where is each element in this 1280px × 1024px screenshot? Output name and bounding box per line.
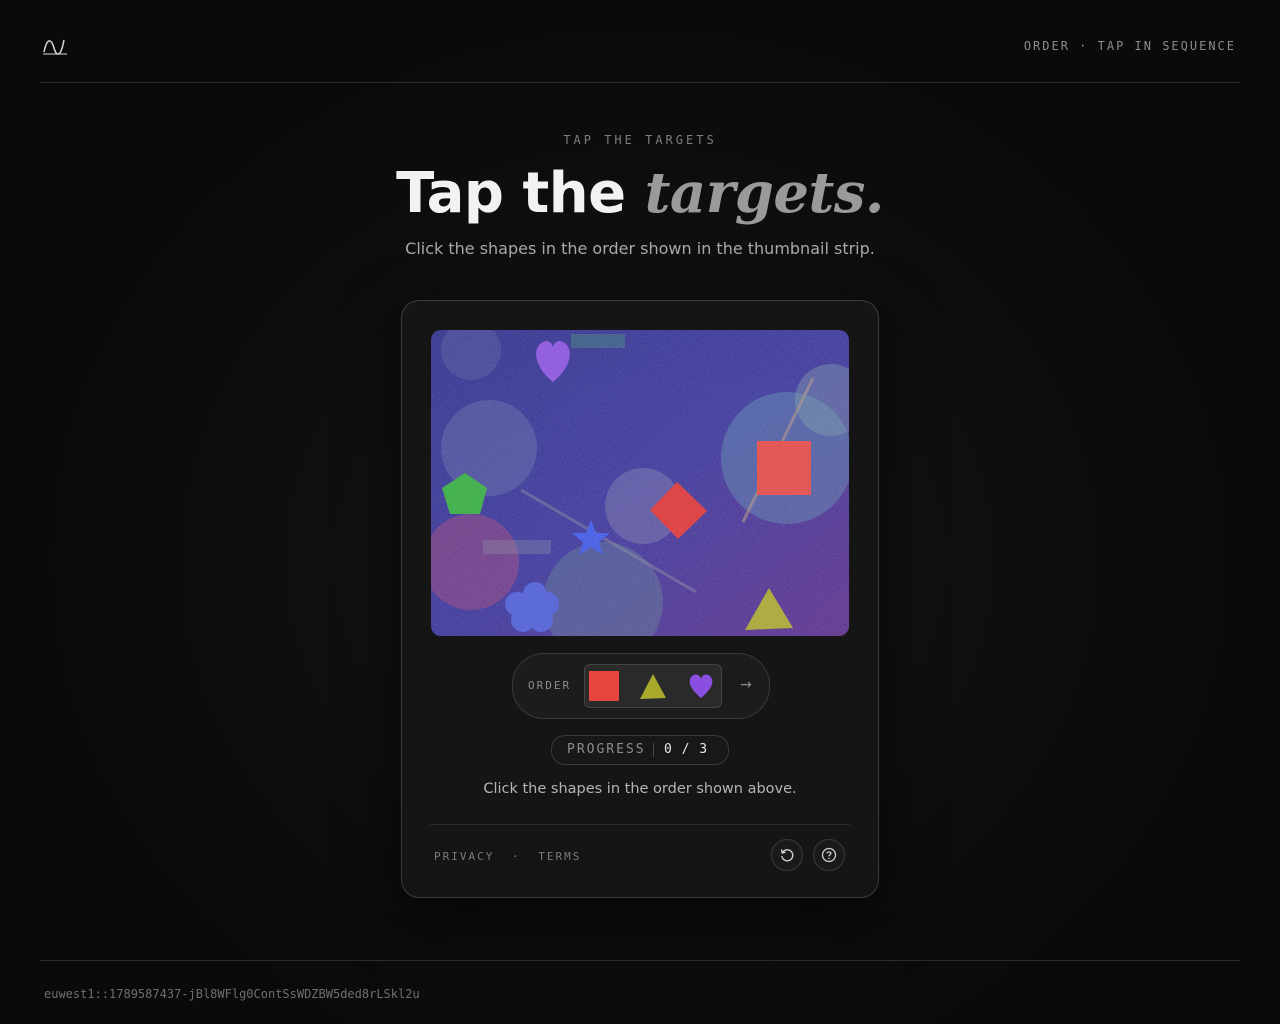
canvas-svg [431, 330, 849, 636]
noise-overlay [431, 330, 849, 636]
thumbnail-strip [584, 664, 722, 708]
card-footer: PRIVACY · TERMS [430, 824, 850, 897]
progress-label: PROGRESS [567, 742, 646, 757]
mode-label: ORDER · TAP IN SEQUENCE [1023, 39, 1236, 53]
thumbnail-heart-icon [689, 674, 713, 698]
progress-divider [653, 743, 654, 757]
legal-separator: · [511, 850, 521, 863]
challenge-canvas[interactable] [431, 330, 849, 636]
progress-indicator: PROGRESS 0 / 3 [551, 735, 729, 765]
page-subtitle: Click the shapes in the order shown in t… [405, 239, 875, 258]
order-strip: ORDER → [512, 653, 770, 719]
bottom-divider [40, 960, 1240, 961]
order-label: ORDER [528, 679, 572, 692]
thumbnail-triangle-icon [640, 674, 666, 699]
progress-value: 0 / 3 [664, 742, 709, 757]
instruction-text: Click the shapes in the order shown abov… [483, 781, 797, 797]
legal-links: PRIVACY · TERMS [434, 850, 581, 863]
title-main: Tap the [396, 161, 626, 226]
refresh-icon [780, 849, 794, 862]
privacy-link[interactable]: PRIVACY [434, 850, 494, 863]
session-id: euwest1::1789587437-jBl8WFlg0ContSsWDZBW… [44, 987, 420, 1001]
arrow-right-icon[interactable]: → [735, 674, 757, 696]
eyebrow: TAP THE TARGETS [563, 133, 717, 147]
help-button[interactable] [813, 839, 845, 871]
challenge-card: ORDER → PROGRESS 0 / 3 Click the shapes … [401, 300, 879, 898]
refresh-button[interactable] [771, 839, 803, 871]
thumbnail-square-icon [589, 671, 619, 701]
page-title: Tap the targets. [0, 158, 1280, 229]
help-icon [821, 847, 837, 863]
wave-logo-icon[interactable] [42, 36, 68, 56]
terms-link[interactable]: TERMS [538, 850, 581, 863]
title-emphasis: targets. [644, 160, 885, 226]
top-bar: ORDER · TAP IN SEQUENCE [40, 0, 1240, 83]
